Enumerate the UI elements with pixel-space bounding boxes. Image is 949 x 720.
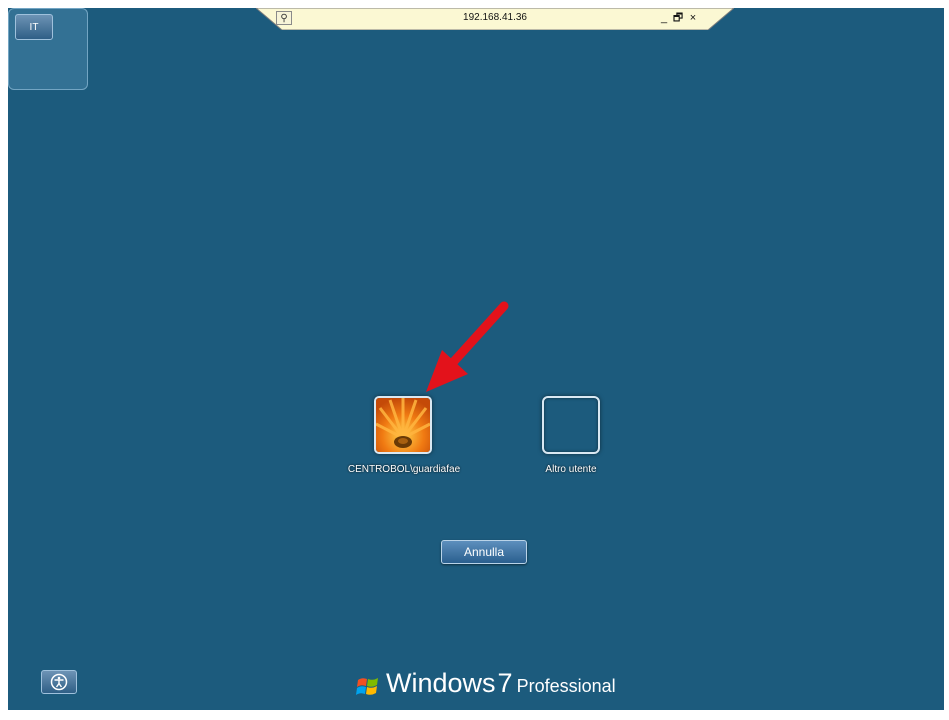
cancel-button[interactable]: Annulla (441, 540, 527, 564)
restore-icon[interactable]: 🗗 (672, 11, 684, 25)
ease-of-access-icon (50, 673, 68, 691)
brand-windows-text: Windows (386, 668, 496, 698)
brand-version-text: 7 (497, 668, 513, 698)
minimize-icon[interactable]: _ (658, 11, 670, 25)
brand-edition-text: Professional (516, 676, 616, 696)
user-name-altro-utente[interactable]: Altro utente (508, 464, 634, 475)
language-label: IT (29, 21, 39, 33)
close-icon[interactable]: × (687, 11, 699, 25)
rdp-connection-bar: ⚲ 192.168.41.36 _ 🗗 × (256, 8, 734, 30)
user-name-guardiafae[interactable]: CENTROBOL\guardiafae (318, 464, 490, 475)
user-tile-altro-utente[interactable] (542, 396, 600, 454)
user-picture-flower[interactable] (374, 396, 432, 454)
flower-image (376, 398, 430, 452)
language-button[interactable]: IT (15, 14, 53, 40)
screenshot: IT ⚲ 192.168.41.36 _ 🗗 × CENTROBOL\guard… (0, 0, 949, 720)
windows-logo-icon (356, 678, 378, 695)
logon-screen: IT ⚲ 192.168.41.36 _ 🗗 × CENTROBOL\guard… (8, 8, 944, 710)
windows-branding: Windows 7 Professional (356, 668, 616, 702)
ease-of-access-button[interactable] (41, 670, 77, 694)
red-arrow-annotation (426, 301, 509, 392)
cancel-label: Annulla (463, 545, 505, 559)
